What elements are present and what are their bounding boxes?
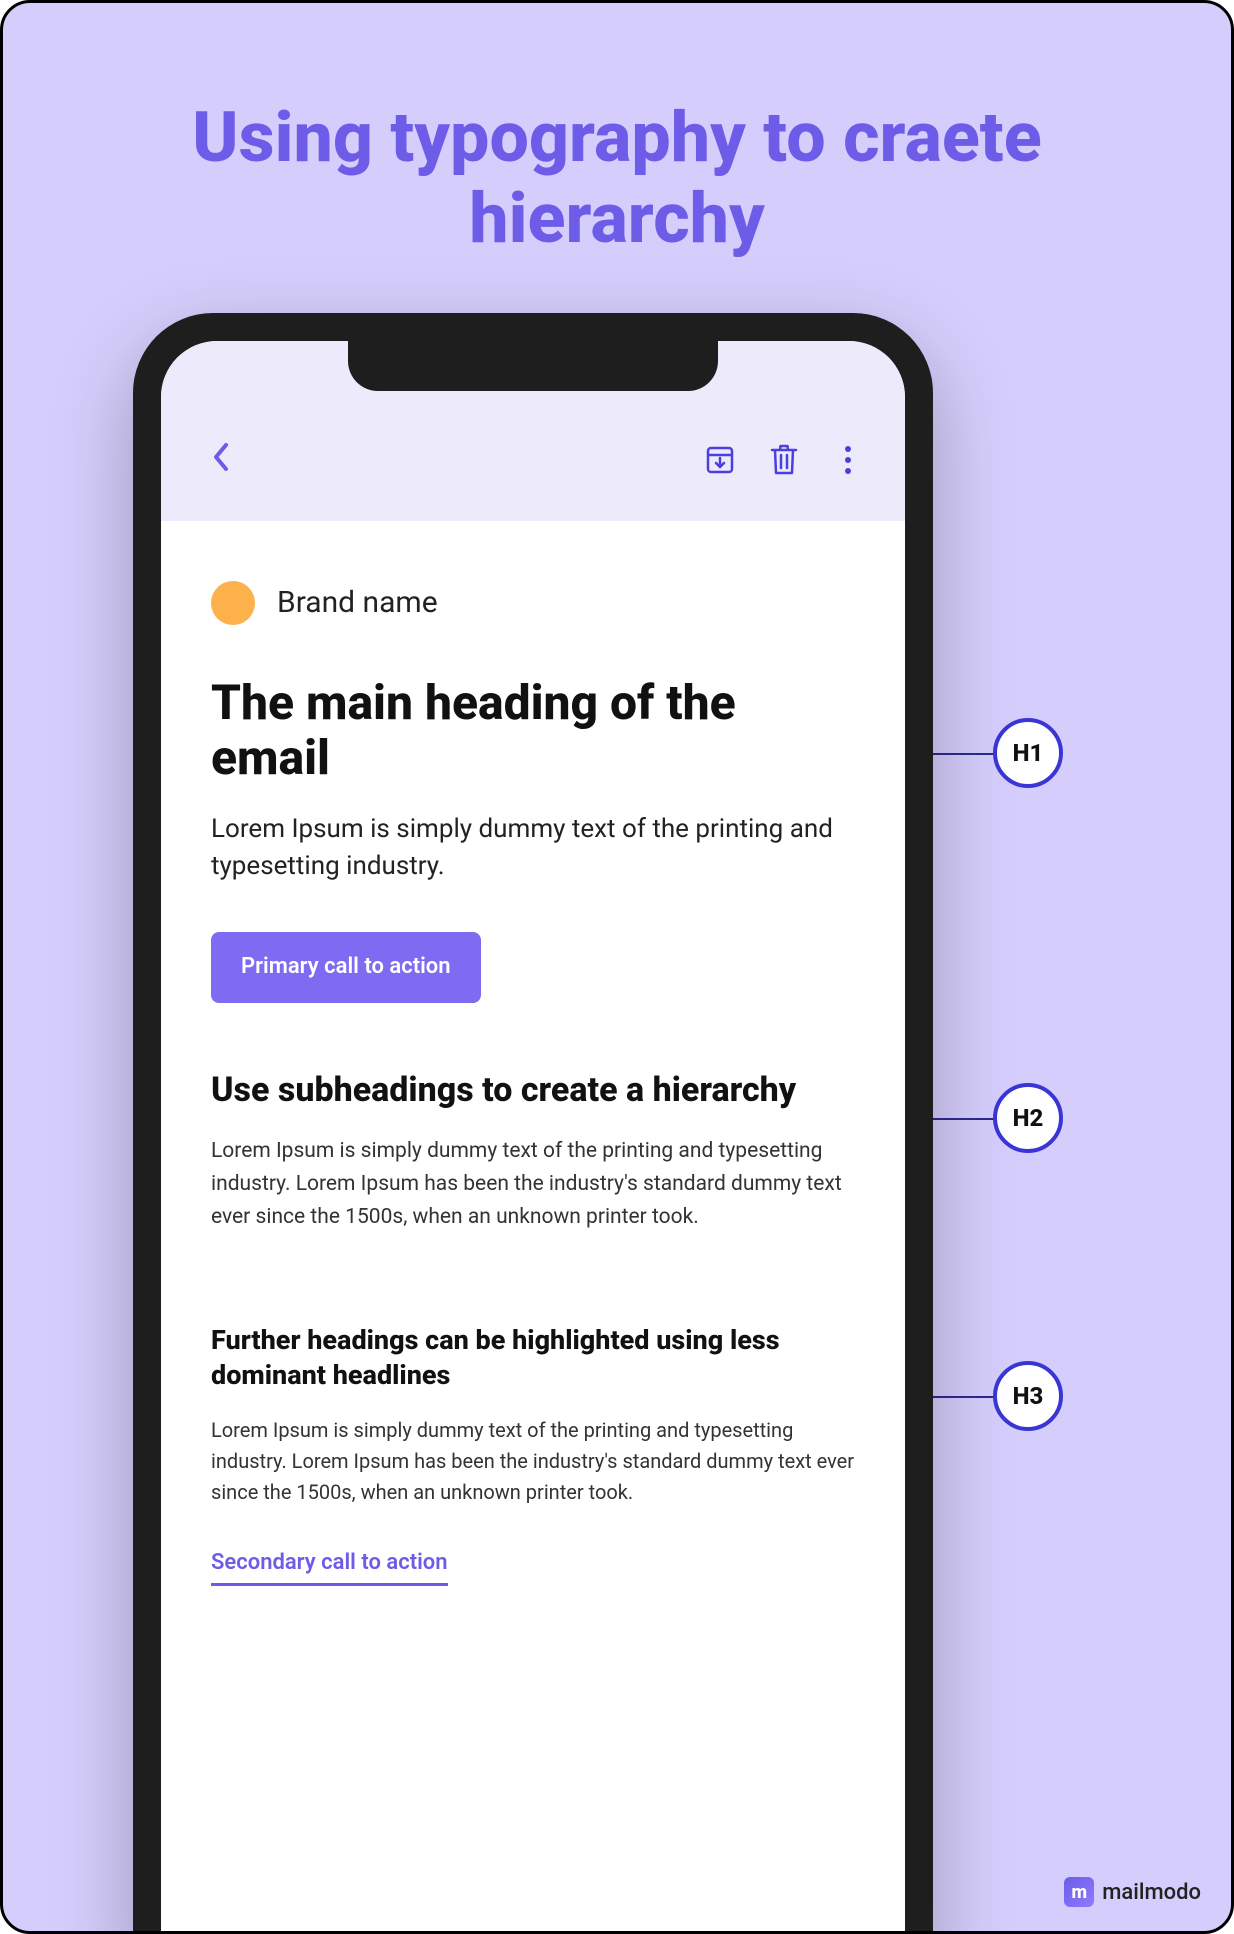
email-content: Brand name The main heading of the email… <box>161 521 905 1626</box>
mailmodo-logo-text: mailmodo <box>1102 1880 1201 1905</box>
brand-name: Brand name <box>277 582 438 624</box>
secondary-cta-link[interactable]: Secondary call to action <box>211 1548 448 1586</box>
brand-logo-dot <box>211 581 255 625</box>
phone-screen: Brand name The main heading of the email… <box>161 341 905 1934</box>
back-button[interactable] <box>201 437 241 477</box>
more-vertical-icon <box>844 445 852 475</box>
email-paragraph-2: Lorem Ipsum is simply dummy text of the … <box>211 1135 855 1233</box>
email-paragraph-3: Lorem Ipsum is simply dummy text of the … <box>211 1415 855 1508</box>
mailmodo-logo-icon: m <box>1064 1877 1094 1907</box>
trash-icon <box>770 444 798 476</box>
phone-frame: Brand name The main heading of the email… <box>133 313 933 1934</box>
diagram-title: Using typography to craete hierarchy <box>3 98 1231 259</box>
archive-button[interactable] <box>703 443 737 477</box>
phone-notch <box>348 341 718 391</box>
email-h3: Further headings can be highlighted usin… <box>211 1323 855 1393</box>
annotation-badge-h3: H3 <box>993 1361 1063 1431</box>
more-button[interactable] <box>831 443 865 477</box>
email-h2: Use subheadings to create a hierarchy <box>211 1069 855 1112</box>
chevron-left-icon <box>212 442 230 472</box>
email-paragraph-1: Lorem Ipsum is simply dummy text of the … <box>211 811 855 884</box>
primary-cta-button[interactable]: Primary call to action <box>211 932 481 1003</box>
delete-button[interactable] <box>767 443 801 477</box>
annotation-badge-h1: H1 <box>993 718 1063 788</box>
brand-row: Brand name <box>211 581 855 625</box>
diagram-canvas: Using typography to craete hierarchy H1 … <box>0 0 1234 1934</box>
archive-icon <box>705 445 735 475</box>
email-h1: The main heading of the email <box>211 675 855 785</box>
topbar-actions <box>703 443 865 477</box>
annotation-badge-h2: H2 <box>993 1083 1063 1153</box>
mailmodo-brandmark: m mailmodo <box>1064 1877 1201 1907</box>
